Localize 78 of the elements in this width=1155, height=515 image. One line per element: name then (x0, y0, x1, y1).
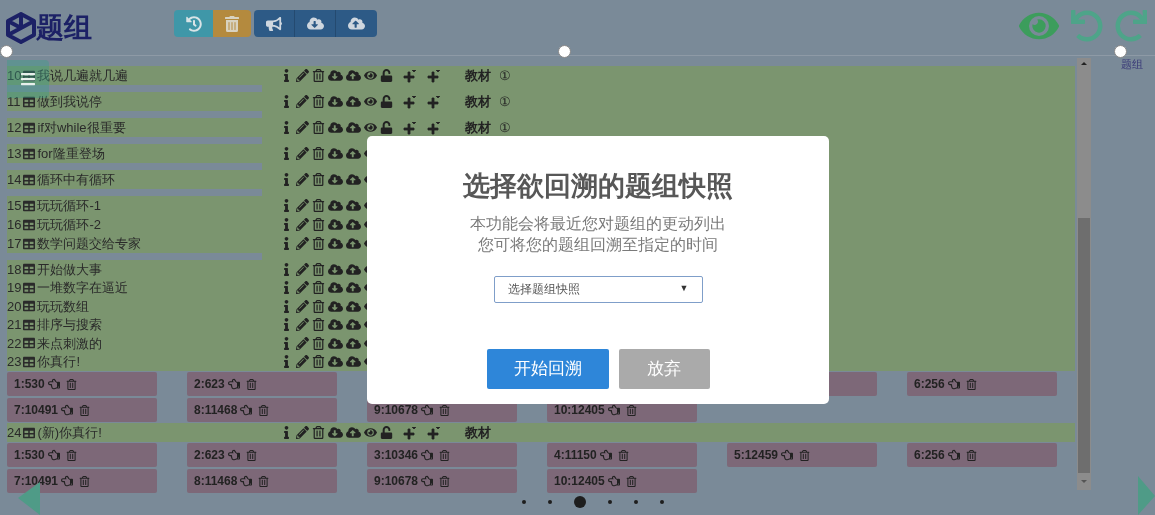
row-title[interactable]: 玩玩循环-2 (37, 214, 102, 235)
row-number: 13 (7, 144, 22, 163)
row-title[interactable]: (新)你真行! (37, 422, 102, 443)
snapshot-label: 6:256 (914, 376, 945, 393)
snapshot-cell[interactable]: 4:11150 (547, 443, 697, 467)
snapshot-label: 1:530 (14, 376, 45, 393)
row-title[interactable]: 玩玩循环-1 (37, 195, 102, 216)
snapshot-label: 2:623 (194, 376, 225, 393)
row-number: 10 (7, 66, 22, 85)
snapshot-label: 10:12405 (554, 402, 605, 419)
snapshot-label: 7:10491 (14, 473, 59, 490)
snapshot-cell[interactable]: 1:530 (7, 443, 157, 467)
snapshot-cell[interactable]: 8:11468 (187, 469, 337, 493)
snapshot-cell[interactable]: 9:10678 (367, 469, 517, 493)
dialog-title: 选择欲回溯的题组快照 (463, 170, 733, 203)
dialog-text: 您可将您的题组回溯至指定的时间 (478, 234, 718, 255)
snapshot-label: 8:11468 (194, 473, 238, 490)
row-title[interactable]: 循环中有循环 (37, 169, 116, 190)
circled-number: ① (499, 66, 511, 85)
row-tag: 教材 (465, 117, 491, 138)
select-placeholder: 选择题组快照 (507, 281, 580, 298)
snapshot-cell[interactable]: 6:256 (907, 372, 1057, 396)
row-number: 12 (7, 118, 22, 137)
circled-number: ① (499, 118, 511, 137)
snapshot-label: 1:530 (14, 447, 45, 464)
snapshot-label: 7:10491 (14, 402, 59, 419)
side-label: 题组 (1121, 57, 1143, 72)
row-number: 19 (7, 279, 22, 297)
snapshot-cell[interactable]: 3:10346 (367, 443, 517, 467)
snapshot-cell[interactable]: 7:10491 (7, 469, 157, 493)
row-title[interactable]: if对while很重要 (37, 117, 126, 138)
row-number: 18 (7, 260, 22, 279)
snapshot-label: 8:11468 (194, 402, 238, 419)
snapshot-cell[interactable]: 2:623 (187, 372, 337, 396)
row-number: 14 (7, 170, 22, 189)
snapshot-cell[interactable]: 7:10491 (7, 398, 157, 422)
row-tag: 教材 (465, 91, 491, 112)
row-title[interactable]: 你真行! (37, 352, 81, 372)
snapshot-cell[interactable]: 10:12405 (547, 469, 697, 493)
snapshot-select[interactable]: 选择题组快照 ▼ (493, 275, 703, 303)
row-number: 15 (7, 196, 22, 215)
snapshot-label: 4:11150 (554, 447, 597, 464)
snapshot-cell[interactable]: 5:12459 (727, 443, 877, 467)
row-number: 23 (7, 353, 22, 371)
row-tag: 教材 (465, 65, 491, 86)
row-number: 22 (7, 334, 22, 353)
snapshot-label: 10:12405 (554, 473, 605, 490)
snapshot-label: 3:10346 (374, 447, 419, 464)
row-number: 21 (7, 316, 22, 334)
snapshot-cell[interactable]: 6:256 (907, 443, 1057, 467)
circled-number: ① (499, 92, 511, 111)
row-number: 20 (7, 297, 22, 316)
confirm-button[interactable]: 开始回溯 (486, 348, 609, 389)
row-title[interactable]: 排序与搜索 (37, 315, 103, 335)
row-title[interactable]: for隆重登场 (37, 143, 105, 164)
snapshot-label: 9:10678 (374, 473, 419, 490)
snapshot-label: 5:12459 (734, 447, 779, 464)
snapshot-cell[interactable]: 1:530 (7, 372, 157, 396)
row-title[interactable]: 玩玩数组 (37, 296, 90, 316)
row-number: 11 (7, 92, 21, 111)
row-number: 16 (7, 215, 22, 234)
row-title[interactable]: 做到我说停 (36, 91, 102, 112)
snapshot-cell[interactable]: 8:11468 (187, 398, 337, 422)
caret-icon: ▼ (679, 282, 689, 296)
snapshot-cell[interactable]: 2:623 (187, 443, 337, 467)
row-tag: 教材 (465, 422, 491, 443)
snapshot-label: 2:623 (194, 447, 225, 464)
row-title[interactable]: 来点刺激的 (37, 333, 103, 353)
row-title[interactable]: 开始做大事 (37, 259, 103, 279)
row-title[interactable]: 数学问题交给专家 (37, 233, 142, 254)
snapshot-label: 6:256 (914, 447, 945, 464)
row-title[interactable]: 我说几遍就几遍 (37, 65, 129, 86)
cancel-button[interactable]: 放弃 (618, 348, 710, 389)
logo-text: 题组 (36, 14, 92, 42)
dialog-text: 本功能会将最近您对题组的更动列出 (470, 213, 726, 234)
snapshot-label: 9:10678 (374, 402, 419, 419)
row-number: 24 (7, 423, 22, 442)
row-number: 17 (7, 234, 22, 253)
